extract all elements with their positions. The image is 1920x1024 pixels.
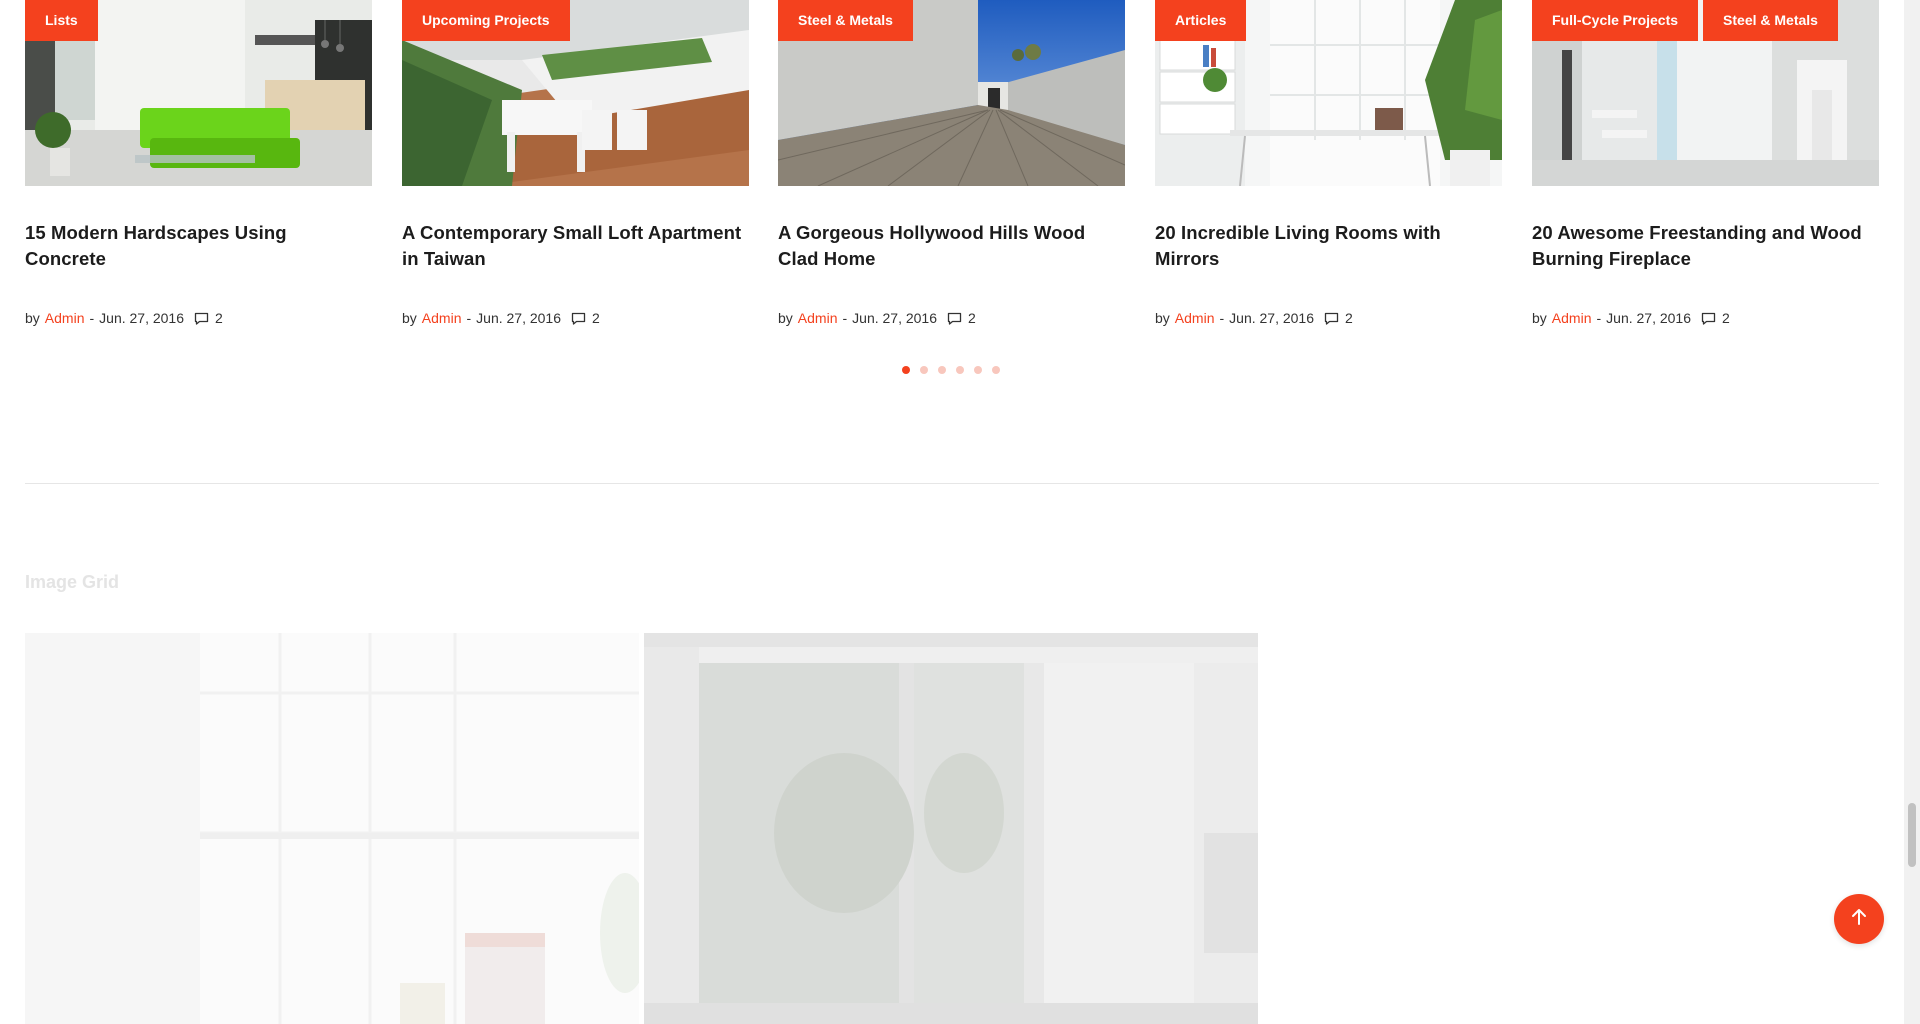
page-scrollbar[interactable] bbox=[1904, 0, 1920, 1024]
post-meta: by Admin - Jun. 27, 2016 2 bbox=[402, 310, 749, 326]
post-card[interactable]: Full-Cycle Projects Steel & Metals 20 Aw… bbox=[1532, 0, 1879, 326]
image-grid-item[interactable] bbox=[25, 633, 639, 1024]
author-link[interactable]: Admin bbox=[1175, 310, 1215, 326]
pagination-dot[interactable] bbox=[902, 366, 910, 374]
post-tags: Lists bbox=[25, 0, 98, 41]
scrollbar-thumb[interactable] bbox=[1908, 803, 1916, 867]
pagination-dot[interactable] bbox=[938, 366, 946, 374]
comment-count[interactable]: 2 bbox=[592, 310, 600, 326]
arrow-up-icon bbox=[1851, 908, 1867, 930]
comment-icon bbox=[571, 312, 586, 325]
post-card[interactable]: Articles 20 Incredible Living Rooms with… bbox=[1155, 0, 1502, 326]
pagination-dot[interactable] bbox=[992, 366, 1000, 374]
section-divider bbox=[25, 483, 1879, 484]
comment-icon bbox=[194, 312, 209, 325]
post-date: Jun. 27, 2016 bbox=[476, 310, 562, 326]
category-tag[interactable]: Steel & Metals bbox=[1703, 0, 1838, 41]
post-date: Jun. 27, 2016 bbox=[99, 310, 185, 326]
post-title[interactable]: 20 Incredible Living Rooms with Mirrors bbox=[1155, 220, 1502, 272]
category-tag[interactable]: Full-Cycle Projects bbox=[1532, 0, 1699, 41]
back-to-top-button[interactable] bbox=[1834, 894, 1884, 944]
section-title: Image Grid bbox=[25, 572, 120, 592]
page: Lists 15 Modern Hardscapes Using Concret… bbox=[0, 0, 1904, 1024]
category-tag[interactable]: Steel & Metals bbox=[778, 0, 913, 41]
post-meta: by Admin - Jun. 27, 2016 2 bbox=[25, 310, 372, 326]
category-tag[interactable]: Articles bbox=[1155, 0, 1247, 41]
post-tags: Upcoming Projects bbox=[402, 0, 570, 41]
post-thumbnail[interactable]: Articles bbox=[1155, 0, 1502, 186]
meta-separator: - bbox=[842, 310, 848, 326]
post-carousel: Lists 15 Modern Hardscapes Using Concret… bbox=[25, 0, 1879, 340]
by-label: by bbox=[402, 310, 417, 326]
post-title[interactable]: A Contemporary Small Loft Apartment in T… bbox=[402, 220, 749, 272]
comment-icon bbox=[1324, 312, 1339, 325]
image-grid-item[interactable] bbox=[644, 633, 1258, 1024]
comment-count[interactable]: 2 bbox=[215, 310, 223, 326]
comment-count[interactable]: 2 bbox=[1345, 310, 1353, 326]
post-meta: by Admin - Jun. 27, 2016 2 bbox=[1532, 310, 1879, 326]
post-date: Jun. 27, 2016 bbox=[852, 310, 938, 326]
post-thumbnail[interactable]: Steel & Metals bbox=[778, 0, 1125, 186]
meta-separator: - bbox=[1596, 310, 1602, 326]
author-link[interactable]: Admin bbox=[45, 310, 85, 326]
post-tags: Full-Cycle Projects Steel & Metals bbox=[1532, 0, 1838, 41]
meta-separator: - bbox=[466, 310, 472, 326]
post-date: Jun. 27, 2016 bbox=[1229, 310, 1315, 326]
author-link[interactable]: Admin bbox=[798, 310, 838, 326]
post-title[interactable]: 15 Modern Hardscapes Using Concrete bbox=[25, 220, 372, 272]
pagination-dot[interactable] bbox=[956, 366, 964, 374]
comment-icon bbox=[1701, 312, 1716, 325]
post-thumbnail[interactable]: Full-Cycle Projects Steel & Metals bbox=[1532, 0, 1879, 186]
meta-separator: - bbox=[1219, 310, 1225, 326]
author-link[interactable]: Admin bbox=[422, 310, 462, 326]
comment-count[interactable]: 2 bbox=[968, 310, 976, 326]
post-title[interactable]: A Gorgeous Hollywood Hills Wood Clad Hom… bbox=[778, 220, 1125, 272]
post-card[interactable]: Lists 15 Modern Hardscapes Using Concret… bbox=[25, 0, 372, 326]
post-card[interactable]: Upcoming Projects A Contemporary Small L… bbox=[402, 0, 749, 326]
kitchen-window-image bbox=[644, 633, 1258, 1024]
post-meta: by Admin - Jun. 27, 2016 2 bbox=[778, 310, 1125, 326]
post-thumbnail[interactable]: Lists bbox=[25, 0, 372, 186]
by-label: by bbox=[778, 310, 793, 326]
post-card[interactable]: Steel & Metals A Gorgeous Hollywood Hill… bbox=[778, 0, 1125, 326]
comment-icon bbox=[947, 312, 962, 325]
category-tag[interactable]: Upcoming Projects bbox=[402, 0, 570, 41]
post-thumbnail[interactable]: Upcoming Projects bbox=[402, 0, 749, 186]
post-title[interactable]: 20 Awesome Freestanding and Wood Burning… bbox=[1532, 220, 1879, 272]
by-label: by bbox=[25, 310, 40, 326]
by-label: by bbox=[1532, 310, 1547, 326]
by-label: by bbox=[1155, 310, 1170, 326]
pagination-dot[interactable] bbox=[920, 366, 928, 374]
post-tags: Articles bbox=[1155, 0, 1247, 41]
comment-count[interactable]: 2 bbox=[1722, 310, 1730, 326]
author-link[interactable]: Admin bbox=[1552, 310, 1592, 326]
office-window-image bbox=[25, 633, 639, 1024]
meta-separator: - bbox=[89, 310, 95, 326]
carousel-pagination bbox=[902, 366, 1000, 374]
category-tag[interactable]: Lists bbox=[25, 0, 98, 41]
post-meta: by Admin - Jun. 27, 2016 2 bbox=[1155, 310, 1502, 326]
post-tags: Steel & Metals bbox=[778, 0, 913, 41]
post-date: Jun. 27, 2016 bbox=[1606, 310, 1692, 326]
pagination-dot[interactable] bbox=[974, 366, 982, 374]
